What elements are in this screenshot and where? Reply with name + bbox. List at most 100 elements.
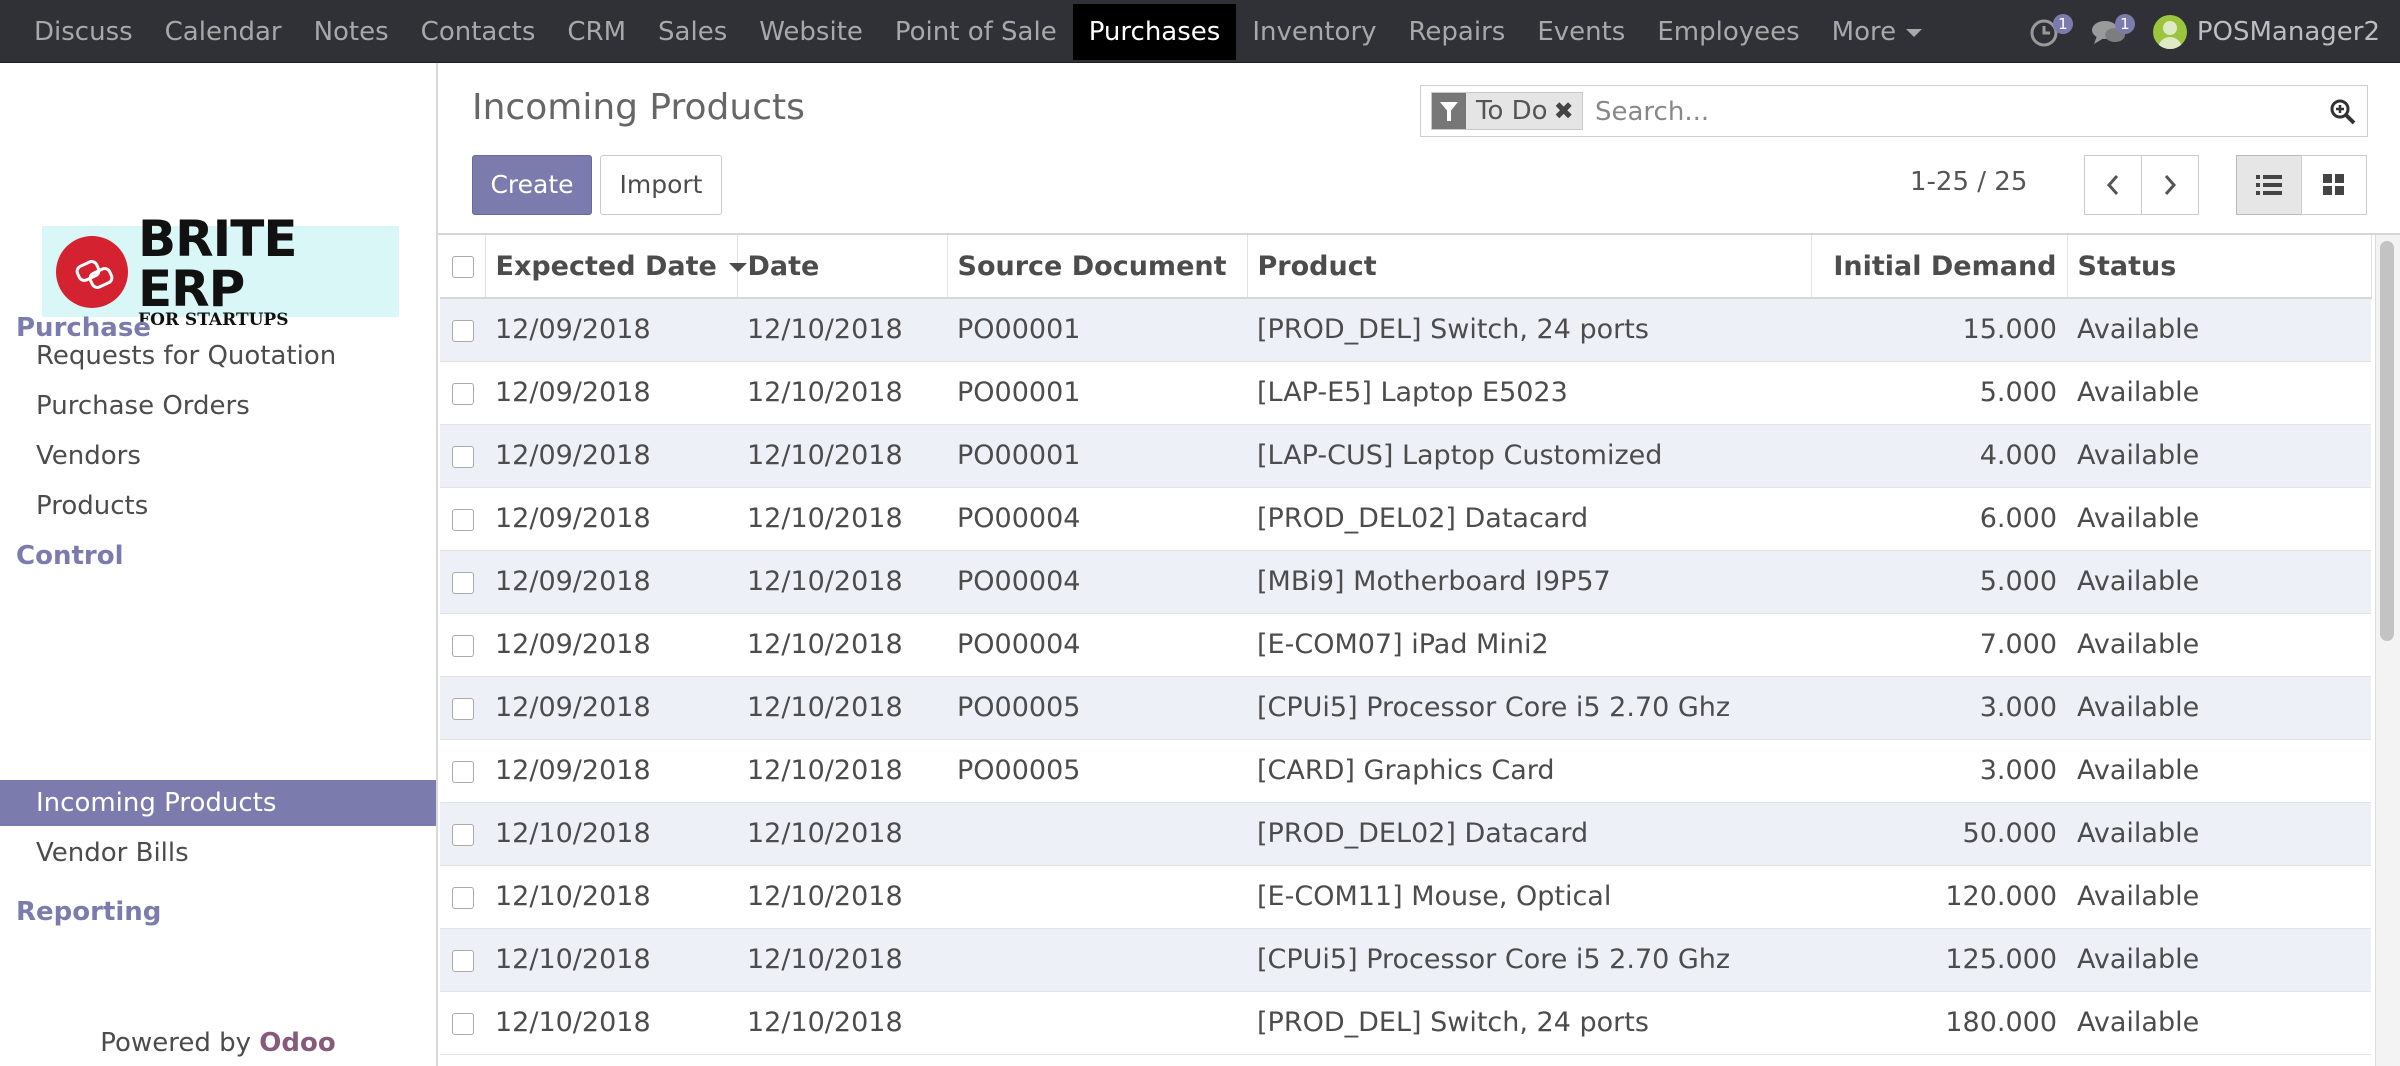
pager-next-button[interactable] [2141,155,2199,215]
row-select-cell [440,361,485,425]
row-checkbox[interactable] [452,760,474,783]
column-header-product[interactable]: Product [1247,235,1812,299]
cell-initial-demand: 3.000 [1811,676,2067,740]
row-checkbox[interactable] [452,823,474,846]
table-row[interactable]: 12/10/2018 12/10/2018 [E-COM11] Mouse, Opt… [440,865,2371,929]
row-checkbox[interactable] [452,508,474,531]
select-all-checkbox[interactable] [452,256,474,278]
table-row[interactable]: 12/09/2018 12/10/2018 PO00001 [LAP-E5] Lapt… [440,361,2371,425]
import-button[interactable]: Import [600,155,722,215]
menu-item-employees[interactable]: Employees [1641,4,1815,60]
sidebar-item-products[interactable]: Products [0,483,436,529]
cell-initial-demand: 5.000 [1811,550,2067,614]
cell-date: 12/10/2018 [737,424,947,488]
create-button[interactable]: Create [472,155,592,215]
messages-button[interactable]: 1 [2091,12,2135,52]
table-row[interactable]: 12/10/2018 12/10/2018 [PROD_DEL02] Datacar… [440,802,2371,866]
row-select-cell [440,928,485,992]
menu-item-contacts[interactable]: Contacts [405,4,552,60]
facet-remove-icon[interactable]: ✖ [1554,97,1582,125]
top-navbar: Discuss Calendar Notes Contacts CRM Sales Webs… [0,0,2400,63]
cell-date: 12/10/2018 [737,865,947,929]
menu-item-notes[interactable]: Notes [298,4,405,60]
column-header-status[interactable]: Status [2067,235,2372,299]
row-checkbox[interactable] [452,886,474,909]
row-select-cell [440,739,485,803]
menu-item-point-of-sale[interactable]: Point of Sale [879,4,1073,60]
menu-item-discuss[interactable]: Discuss [18,4,149,60]
cell-expected-date: 12/09/2018 [485,424,737,488]
cell-date: 12/10/2018 [737,487,947,551]
caret-down-icon [1906,28,1923,37]
kanban-view-button[interactable] [2301,155,2367,215]
sidebar-item-vendors[interactable]: Vendors [0,433,436,479]
table-row[interactable]: 12/09/2018 12/10/2018 PO00004 [PROD_DEL02] … [440,487,2371,551]
menu-item-calendar[interactable]: Calendar [149,4,298,60]
menu-item-crm[interactable]: CRM [551,4,642,60]
column-header-initial-demand[interactable]: Initial Demand [1811,235,2068,299]
table-row[interactable]: 12/09/2018 12/10/2018 PO00001 [PROD_DEL] Sw… [440,298,2371,362]
menu-item-sales[interactable]: Sales [642,4,743,60]
table-row[interactable]: 12/10/2018 12/10/2018 [CPUi5] Processor Co… [440,928,2371,992]
menu-item-more[interactable]: More [1816,4,1938,60]
table-row[interactable]: 12/09/2018 12/10/2018 PO00004 [E-COM07] iPa… [440,613,2371,677]
table-row[interactable]: 12/10/2018 12/10/2018 [PROD_DEL] Switch, 2… [440,991,2371,1055]
pager-value[interactable]: 1-25 / 25 [1910,167,2027,197]
column-header-date[interactable]: Date [737,235,948,299]
menu-item-repairs[interactable]: Repairs [1393,4,1522,60]
cell-status: Available [2067,928,2371,992]
activity-button[interactable]: 1 [2029,12,2073,52]
menu-item-inventory[interactable]: Inventory [1236,4,1392,60]
row-checkbox[interactable] [452,571,474,594]
row-checkbox[interactable] [452,697,474,720]
cell-initial-demand: 120.000 [1811,865,2067,929]
sidebar-item-vendor-bills[interactable]: Vendor Bills [0,830,436,876]
sidebar-item-purchase-orders[interactable]: Purchase Orders [0,383,436,429]
row-checkbox[interactable] [452,319,474,342]
column-header-source-document[interactable]: Source Document [947,235,1248,299]
menu-item-events[interactable]: Events [1521,4,1641,60]
logo-main-text: BRITE ERP [138,210,297,318]
sidebar-item-incoming-products[interactable]: Incoming Products [0,780,436,826]
row-checkbox[interactable] [452,445,474,468]
company-logo[interactable]: BRITE ERP FOR STARTUPS [42,214,399,329]
sidebar: BRITE ERP FOR STARTUPS Purchase Requests… [0,63,438,1066]
page-title: Incoming Products [472,87,805,128]
search-bar[interactable]: To Do ✖ [1420,85,2368,137]
cell-expected-date: 12/10/2018 [485,865,737,929]
user-menu[interactable]: POSManager2 [2197,17,2380,47]
list-view: Expected Date Date Source Document Produ… [440,235,2375,1066]
row-checkbox[interactable] [452,382,474,405]
table-row[interactable]: 12/09/2018 12/10/2018 PO00005 [CPUi5] Proce… [440,676,2371,740]
cell-source-document [947,865,1247,929]
table-row[interactable]: 12/09/2018 12/10/2018 PO00004 [MBi9] Mother… [440,550,2371,614]
cell-product: [PROD_DEL] Switch, 24 ports [1247,991,1811,1055]
pager-previous-button[interactable] [2084,155,2142,215]
cell-status: Available [2067,550,2371,614]
sidebar-section-reporting[interactable]: Reporting [16,897,161,927]
menu-item-website[interactable]: Website [743,4,879,60]
search-icon[interactable] [2329,98,2357,126]
scrollbar-thumb[interactable] [2380,241,2394,641]
table-row[interactable]: 12/09/2018 12/10/2018 PO00005 [CARD] Graphi… [440,739,2371,803]
sidebar-item-requests-for-quotation[interactable]: Requests for Quotation [0,333,436,379]
table-row[interactable]: 12/09/2018 12/10/2018 PO00001 [LAP-CUS] Lap… [440,424,2371,488]
row-checkbox[interactable] [452,949,474,972]
cell-expected-date: 12/09/2018 [485,361,737,425]
odoo-link[interactable]: Odoo [259,1028,335,1058]
row-checkbox[interactable] [452,634,474,657]
sidebar-section-control[interactable]: Control [16,541,123,571]
kanban-view-icon [2323,174,2344,195]
row-checkbox[interactable] [452,1012,474,1035]
column-header-expected-date[interactable]: Expected Date [485,235,747,299]
cell-date: 12/10/2018 [737,676,947,740]
list-scrollbar[interactable] [2375,235,2400,1066]
search-input[interactable] [1593,92,2297,132]
sort-desc-icon [728,262,747,272]
cell-status: Available [2067,676,2371,740]
list-view-button[interactable] [2236,155,2302,215]
menu-item-purchases[interactable]: Purchases [1072,4,1237,60]
search-facet-to-do: To Do ✖ [1431,92,1583,130]
user-avatar[interactable] [2152,14,2187,49]
cell-status: Available [2067,739,2371,803]
